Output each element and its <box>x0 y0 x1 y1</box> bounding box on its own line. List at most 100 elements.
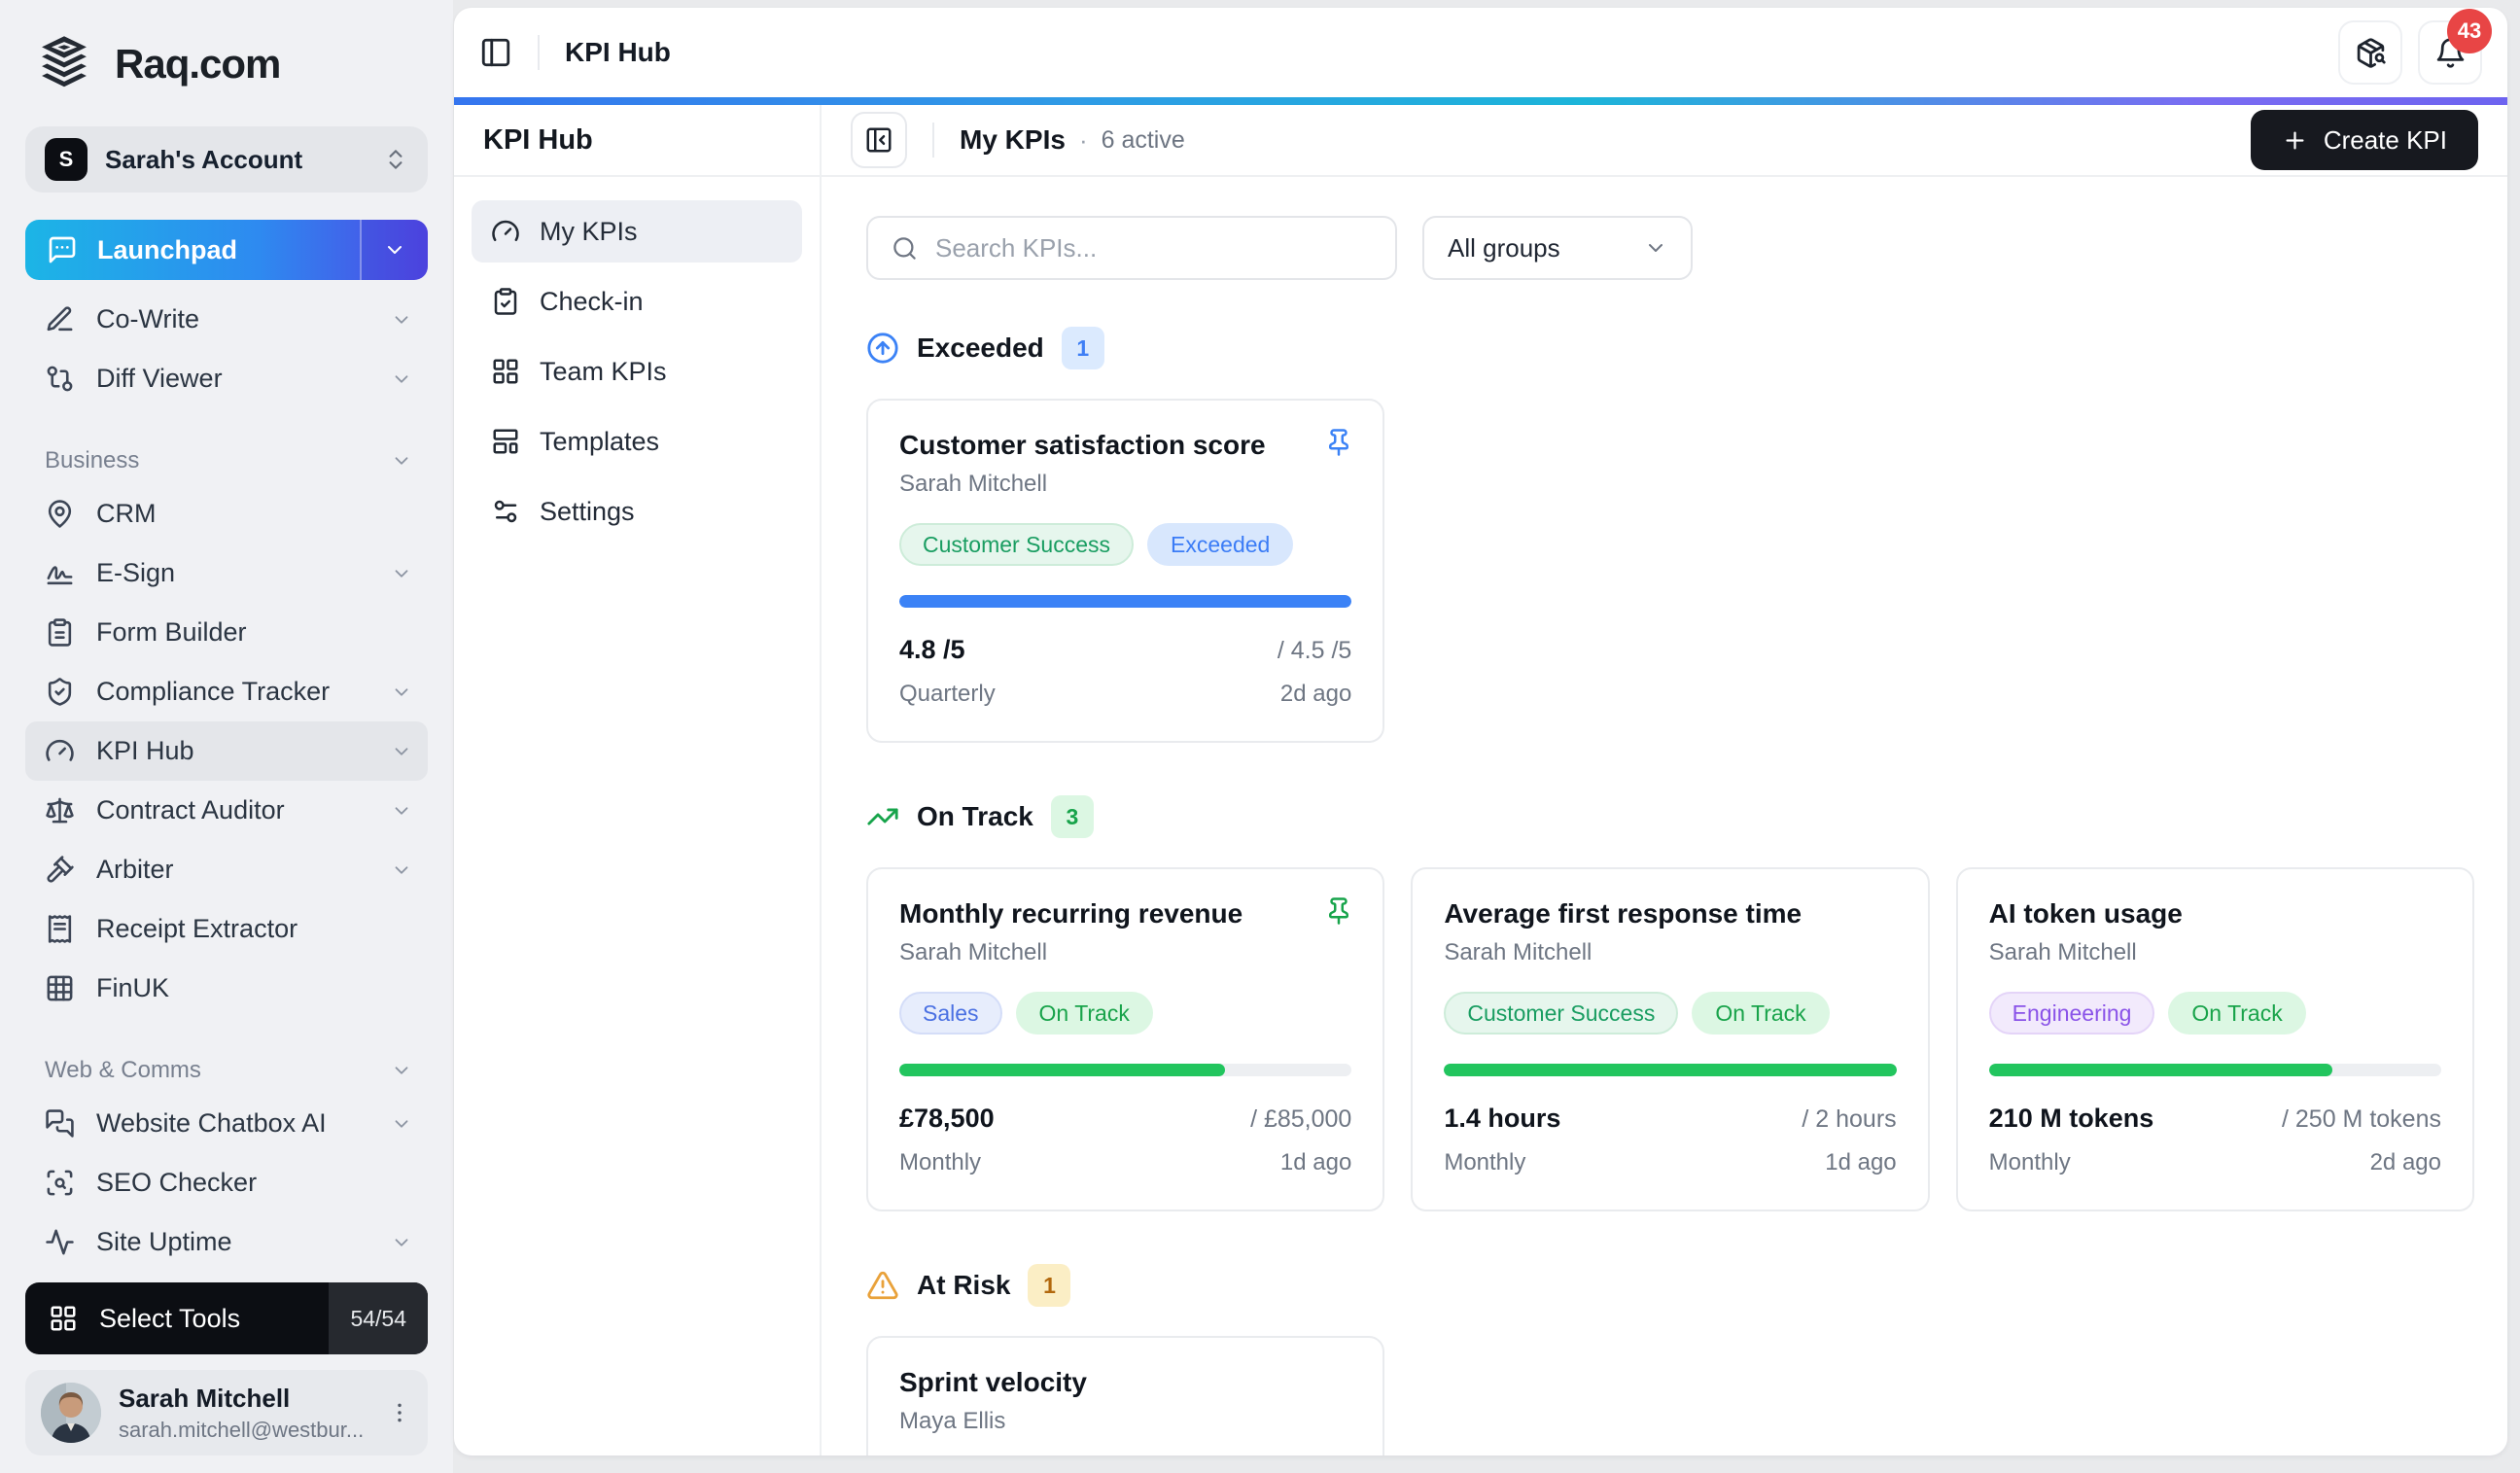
kpi-progress-fill <box>1444 1064 1897 1076</box>
kpi-subnav: KPI Hub My KPIs Check-in Team KPIs Template… <box>454 105 822 1455</box>
launchpad-expand-button[interactable] <box>360 220 428 280</box>
launchpad-label: Launchpad <box>97 234 238 264</box>
kpi-value-row: 210 M tokens / 250 M tokens <box>1989 1104 2441 1134</box>
sidebar-item-arbiter[interactable]: Arbiter <box>25 840 428 899</box>
gauge-icon <box>45 736 75 766</box>
kpi-tags: Customer Success On Track <box>1444 992 1896 1035</box>
trending-up-icon <box>866 800 899 833</box>
kpi-owner: Sarah Mitchell <box>899 471 1048 497</box>
kpi-title: Sprint velocity <box>899 1367 1087 1397</box>
tag-customer-success: Customer Success <box>899 523 1135 566</box>
panel-left-icon[interactable] <box>479 36 512 69</box>
plus-icon <box>2282 127 2308 154</box>
kpi-meta-row: Quarterly 2d ago <box>899 681 1351 708</box>
sidebar-group-business[interactable]: Business <box>29 447 424 474</box>
tag-on-track: On Track <box>2168 992 2306 1035</box>
select-tools-main[interactable]: Select Tools <box>25 1282 329 1354</box>
tag-engineering: Engineering <box>1988 992 2155 1035</box>
search-input[interactable] <box>933 231 1372 264</box>
kpi-card-customer-satisfaction-score[interactable]: Customer satisfaction score Sarah Mitchel… <box>866 399 1385 743</box>
sidebar-item-finuk[interactable]: FinUK <box>25 959 428 1018</box>
kpi-owner: Sarah Mitchell <box>1988 939 2137 965</box>
content: My KPIs · 6 active Create KPI Search KPI… <box>822 105 2507 1455</box>
sidebar-item-website-chatbox-ai[interactable]: Website Chatbox AI <box>25 1094 428 1153</box>
sidebar-item-seo-checker[interactable]: SEO Checker <box>25 1153 428 1212</box>
sidebar-item-co-write[interactable]: Co-Write <box>25 290 428 349</box>
group-label: Web & Comms <box>45 1057 201 1083</box>
kpi-progress-fill <box>899 1064 1226 1076</box>
sidebar-item-e-sign[interactable]: E-Sign <box>25 544 428 603</box>
subnav-item-check-in[interactable]: Check-in <box>472 270 802 333</box>
kpi-updated: 2d ago <box>2369 1149 2441 1175</box>
chevron-down-icon <box>391 450 412 472</box>
section-count-badge: 3 <box>1050 795 1094 838</box>
pin-icon[interactable] <box>1324 896 1353 926</box>
accent-gradient-line <box>454 97 2507 105</box>
layout-grid-icon <box>491 357 520 386</box>
subnav-item-my-kpis[interactable]: My KPIs <box>472 200 802 263</box>
sidebar-item-contract-auditor[interactable]: Contract Auditor <box>25 781 428 840</box>
sidebar-item-kpi-hub[interactable]: KPI Hub <box>25 721 428 781</box>
kpi-title: AI token usage <box>1988 898 2183 929</box>
user-email: sarah.mitchell@westbur... <box>119 1417 365 1442</box>
subnav-item-label: Settings <box>540 496 635 526</box>
group-filter-select[interactable]: All groups <box>1422 216 1693 280</box>
kpi-meta-row: Monthly 2d ago <box>1989 1149 2441 1176</box>
kpi-meta-row: Monthly 1d ago <box>1444 1149 1896 1176</box>
kpi-card-average-first-response-time[interactable]: Average first response time Sarah Mitchel… <box>1411 867 1930 1211</box>
subnav-item-settings[interactable]: Settings <box>472 480 802 543</box>
more-vertical-icon[interactable] <box>387 1400 412 1425</box>
sidebar-item-compliance-tracker[interactable]: Compliance Tracker <box>25 662 428 721</box>
activity-icon <box>45 1227 75 1257</box>
kpi-tags: Sales On Track <box>899 992 1351 1035</box>
sidebar-item-diff-viewer[interactable]: Diff Viewer <box>25 349 428 408</box>
kpi-card-sprint-velocity[interactable]: Sprint velocityMaya EllisEngineeringAt R… <box>866 1336 1385 1455</box>
subnav-item-team-kpis[interactable]: Team KPIs <box>472 340 802 403</box>
content-header-left: My KPIs · 6 active <box>851 112 1185 168</box>
pin-icon[interactable] <box>1324 428 1353 457</box>
sidebar-item-form-builder[interactable]: Form Builder <box>25 603 428 662</box>
subnav-item-templates[interactable]: Templates <box>472 410 802 473</box>
sidebar-item-site-uptime[interactable]: Site Uptime <box>25 1212 428 1272</box>
kpi-cadence: Monthly <box>1444 1149 1526 1175</box>
sidebar-item-label: Diff Viewer <box>96 364 223 393</box>
content-header-divider <box>932 123 934 158</box>
kpi-progress-track <box>899 1064 1352 1076</box>
scale-icon <box>45 795 75 825</box>
kpi-progress-fill <box>899 595 1352 608</box>
topbar: KPI Hub 43 <box>454 8 2507 97</box>
sidebar-group-web-comms[interactable]: Web & Comms <box>29 1057 424 1084</box>
kpi-card-ai-token-usage[interactable]: AI token usage Sarah Mitchell Engineering O… <box>1955 867 2474 1211</box>
create-kpi-button[interactable]: Create KPI <box>2250 110 2478 170</box>
chevron-down-icon <box>391 1060 412 1081</box>
kpi-progress-track <box>1444 1064 1897 1076</box>
sidebar-item-crm[interactable]: CRM <box>25 484 428 544</box>
notifications-button[interactable]: 43 <box>2418 9 2492 85</box>
launchpad-main[interactable]: Launchpad <box>25 220 360 280</box>
arrow-up-circle-icon <box>866 332 899 365</box>
user-card[interactable]: Sarah Mitchell sarah.mitchell@westbur... <box>25 1370 428 1455</box>
launchpad-button[interactable]: Launchpad <box>25 220 428 280</box>
collapse-subnav-button[interactable] <box>851 112 907 168</box>
kpi-target-value: / 4.5 /5 <box>1277 637 1352 664</box>
content-scroll[interactable]: All groups Exceeded 1 Customer satisfactio… <box>822 177 2507 1455</box>
kpi-current-value: 1.4 hours <box>1444 1104 1561 1133</box>
sidebar-item-label: E-Sign <box>96 558 176 587</box>
select-tools-count: 54/54 <box>329 1282 428 1354</box>
account-name: Sarah's Account <box>105 144 303 174</box>
subnav-item-label: Check-in <box>540 286 644 316</box>
chevron-down-icon <box>391 682 412 703</box>
select-tools-button[interactable]: Select Tools 54/54 <box>25 1282 428 1354</box>
tag-on-track: On Track <box>1015 992 1153 1035</box>
layout-template-icon <box>491 427 520 456</box>
search-box <box>866 216 1397 280</box>
kpi-card-monthly-recurring-revenue[interactable]: Monthly recurring revenue Sarah Mitchell S… <box>866 867 1385 1211</box>
receipt-icon <box>45 914 75 944</box>
package-search-button[interactable] <box>2338 20 2402 85</box>
subnav-title: KPI Hub <box>454 105 820 177</box>
raq-logo-icon <box>33 33 95 95</box>
account-switcher[interactable]: S Sarah's Account <box>25 126 428 193</box>
sidebar-item-receipt-extractor[interactable]: Receipt Extractor <box>25 899 428 959</box>
clipboard-check-icon <box>491 287 520 316</box>
kpi-meta-row: Monthly 1d ago <box>899 1149 1351 1176</box>
